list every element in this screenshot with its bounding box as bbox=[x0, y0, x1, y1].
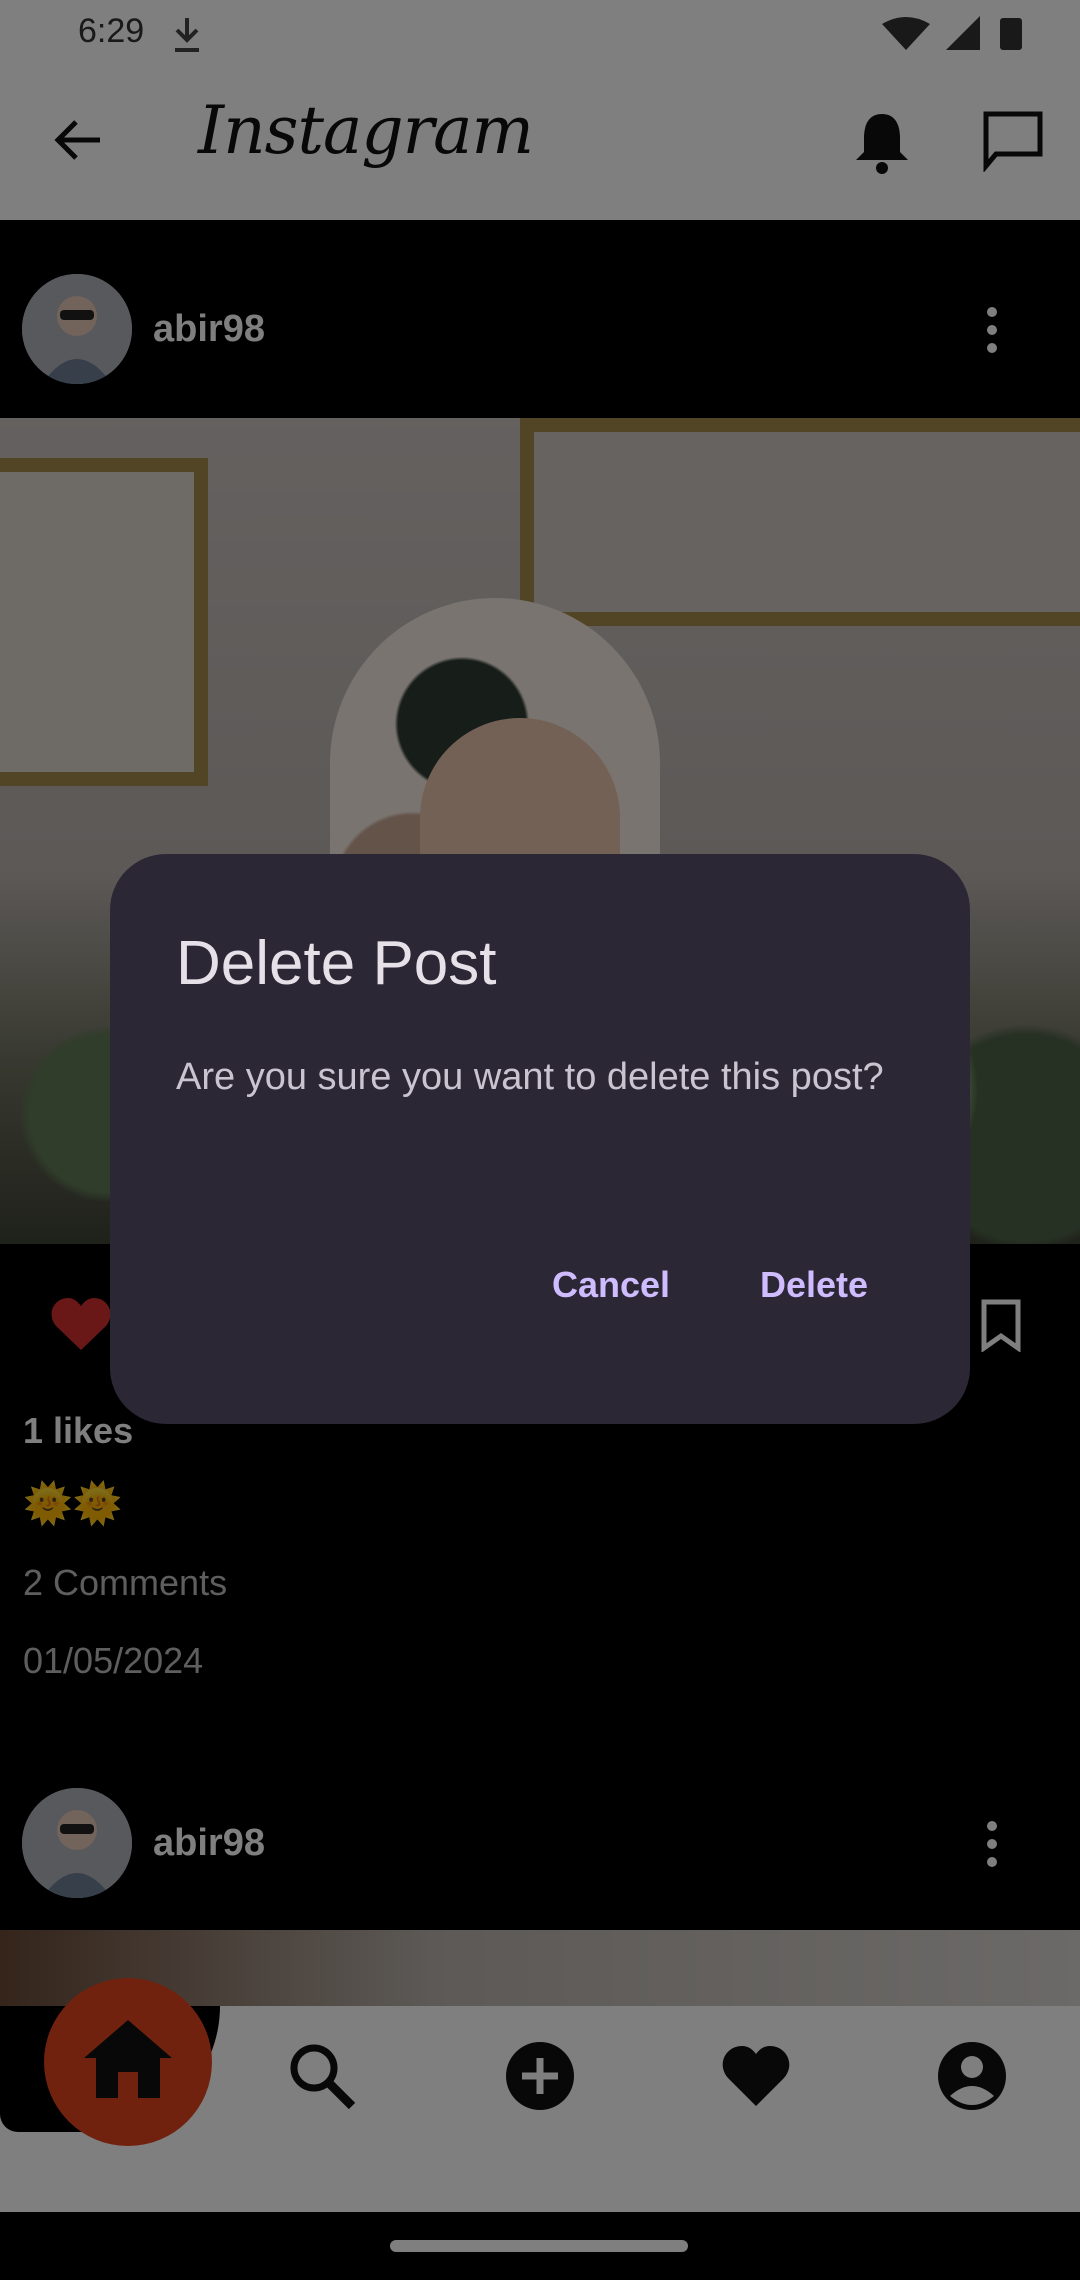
cancel-button[interactable]: Cancel bbox=[538, 1254, 684, 1316]
delete-button[interactable]: Delete bbox=[746, 1254, 882, 1316]
delete-post-dialog: Delete Post Are you sure you want to del… bbox=[110, 854, 970, 1424]
dialog-title: Delete Post bbox=[176, 929, 497, 998]
dialog-message: Are you sure you want to delete this pos… bbox=[176, 1056, 884, 1098]
